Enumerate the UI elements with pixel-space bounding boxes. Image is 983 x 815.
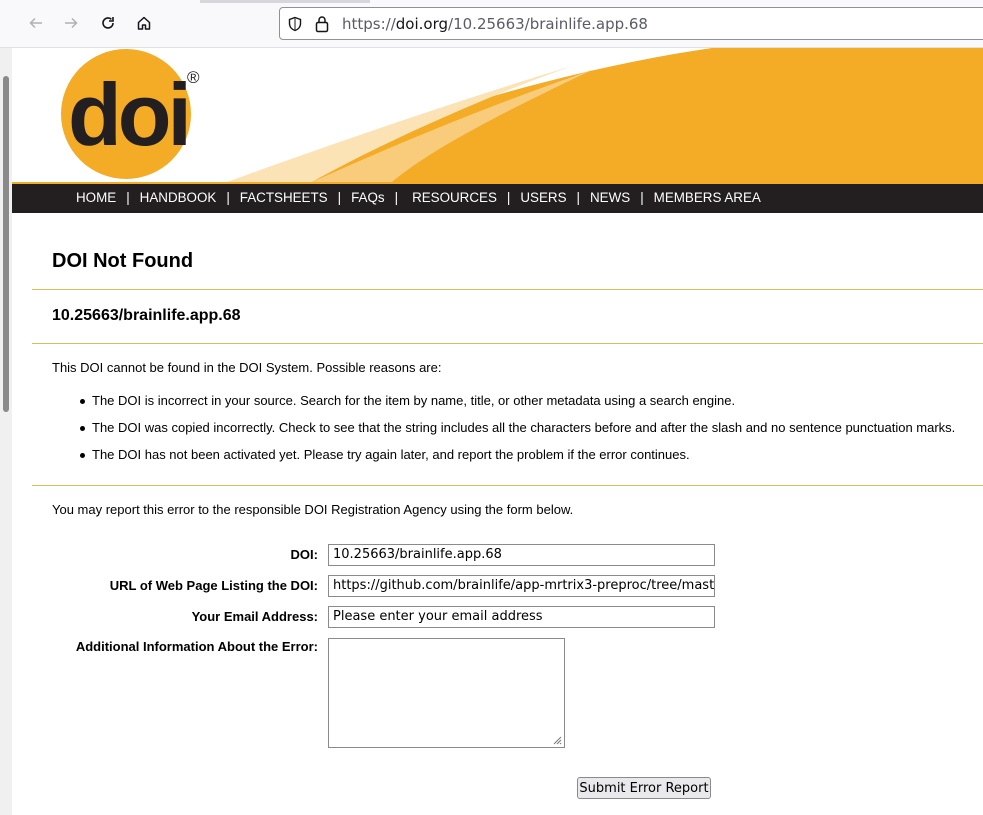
divider <box>32 343 983 344</box>
reason-text: The DOI was copied incorrectly. Check to… <box>92 420 956 435</box>
reason-text: The DOI is incorrect in your source. Sea… <box>92 393 736 408</box>
list-item: The DOI is incorrect in your source. Sea… <box>72 393 955 420</box>
logo-text: doi <box>68 65 192 164</box>
forward-button[interactable] <box>58 10 84 36</box>
nav-separator: | <box>576 190 580 205</box>
page-scrollbar[interactable] <box>0 48 12 815</box>
reason-text: The DOI has not been activated yet. Plea… <box>92 447 690 462</box>
nav-news[interactable]: NEWS <box>590 190 630 205</box>
url-path: /10.25663/brainlife.app.68 <box>448 15 648 33</box>
list-item: The DOI has not been activated yet. Plea… <box>72 447 955 474</box>
email-label: Your Email Address: <box>191 609 318 624</box>
info-label: Additional Information About the Error: <box>75 639 318 654</box>
nav-factsheets[interactable]: FACTSHEETS <box>240 190 328 205</box>
nav-faqs[interactable]: FAQs <box>351 190 384 205</box>
nav-separator: | <box>337 190 342 205</box>
info-textarea[interactable] <box>328 638 565 748</box>
submit-error-report-button[interactable]: Submit Error Report <box>577 777 711 799</box>
nav-users[interactable]: USERS <box>520 190 566 205</box>
nav-separator: | <box>226 190 230 205</box>
scrollbar-thumb[interactable] <box>3 76 9 412</box>
url-prefix: https:// <box>342 15 396 33</box>
doi-label: DOI: <box>290 547 318 562</box>
nav-separator: | <box>506 190 511 205</box>
reload-button[interactable] <box>95 10 121 36</box>
divider <box>32 485 983 486</box>
doi-heading: 10.25663/brainlife.app.68 <box>52 307 241 324</box>
back-button[interactable] <box>23 10 49 36</box>
site-header: doi ® <box>12 48 983 182</box>
doi-field[interactable]: 10.25663/brainlife.app.68 <box>328 544 715 566</box>
url-field[interactable]: https://github.com/brainlife/app-mrtrix3… <box>328 575 715 597</box>
home-icon <box>137 16 151 30</box>
url-text[interactable]: https://doi.org/10.25663/brainlife.app.6… <box>342 15 648 33</box>
nav-separator: | <box>394 190 399 205</box>
intro-text: This DOI cannot be found in the DOI Syst… <box>52 360 442 375</box>
bullet-icon <box>80 399 85 404</box>
nav-home[interactable]: HOME <box>76 190 116 205</box>
reload-icon <box>102 17 114 29</box>
main-nav: HOME | HANDBOOK | FACTSHEETS | FAQs | RESOUR… <box>12 182 983 213</box>
logo-registered-mark: ® <box>187 68 200 87</box>
home-button[interactable] <box>131 10 157 36</box>
back-arrow-icon <box>29 17 42 29</box>
url-host: doi.org <box>395 15 449 33</box>
resize-grip-icon[interactable] <box>552 735 562 745</box>
reasons-list: The DOI is incorrect in your source. Sea… <box>72 393 955 474</box>
shield-icon[interactable] <box>287 16 303 32</box>
nav-handbook[interactable]: HANDBOOK <box>140 190 217 205</box>
bullet-icon <box>80 426 85 431</box>
address-bar[interactable]: https://doi.org/10.25663/brainlife.app.6… <box>279 7 983 40</box>
nav-separator: | <box>126 190 130 205</box>
forward-arrow-icon <box>65 17 78 29</box>
browser-toolbar: https://doi.org/10.25663/brainlife.app.6… <box>0 0 983 48</box>
tab-edge <box>200 0 370 3</box>
divider <box>32 289 983 290</box>
nav-resources[interactable]: RESOURCES <box>412 190 497 205</box>
lock-icon[interactable] <box>314 15 330 33</box>
nav-separator: | <box>640 190 644 205</box>
page-title: DOI Not Found <box>52 250 194 272</box>
report-intro-text: You may report this error to the respons… <box>52 502 574 517</box>
email-field[interactable]: Please enter your email address <box>328 606 715 628</box>
bullet-icon <box>80 453 85 458</box>
url-label: URL of Web Page Listing the DOI: <box>109 578 318 593</box>
list-item: The DOI was copied incorrectly. Check to… <box>72 420 955 447</box>
nav-members-area[interactable]: MEMBERS AREA <box>654 190 761 205</box>
